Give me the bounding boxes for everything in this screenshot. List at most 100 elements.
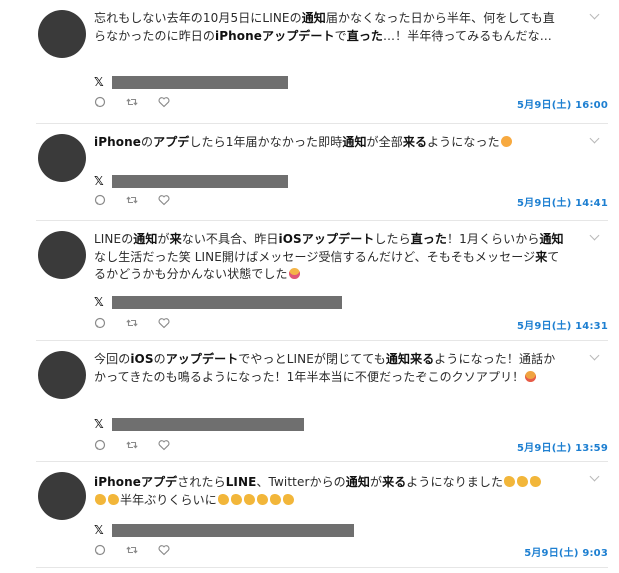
post-text: LINEの通知が来ない不具合、昨日iOSアップデートしたら直った！1月くらいから… bbox=[94, 231, 564, 284]
action-bar bbox=[94, 544, 190, 556]
post-card[interactable]: 今回のiOSのアップデートでやっとLINEが閉じてても通知来るようになった！通話… bbox=[36, 341, 608, 462]
clap-emoji-icon bbox=[217, 493, 229, 505]
angry-emoji-icon bbox=[525, 370, 537, 382]
post-timestamp[interactable]: 5月9日(土) 14:41 bbox=[517, 194, 608, 209]
highlight-keyword: iPhoneアプデ bbox=[94, 475, 178, 489]
grin-emoji-icon bbox=[288, 268, 300, 279]
action-bar bbox=[94, 194, 190, 206]
post-text: iPhoneアプデされたらLINE、Twitterからの通知が来るようになりまし… bbox=[94, 474, 564, 509]
highlight-keyword: 通知 bbox=[301, 11, 326, 25]
x-logo-icon: 𝕏 bbox=[94, 417, 104, 431]
chevron-down-icon[interactable] bbox=[589, 230, 600, 241]
redacted-handle bbox=[112, 75, 288, 89]
highlight-keyword: 通知 bbox=[345, 475, 370, 489]
highlight-keyword: 通知 bbox=[539, 232, 564, 246]
like-icon[interactable] bbox=[158, 96, 170, 108]
retweet-icon[interactable] bbox=[126, 317, 138, 329]
post-timestamp[interactable]: 5月9日(土) 9:03 bbox=[524, 544, 608, 559]
highlight-keyword: iOSアップデート bbox=[278, 232, 375, 246]
retweet-icon[interactable] bbox=[126, 96, 138, 108]
clap-emoji-icon bbox=[282, 493, 294, 505]
clap-emoji-icon bbox=[230, 493, 242, 505]
chevron-down-icon[interactable] bbox=[589, 133, 600, 144]
post-card[interactable]: 忘れもしない去年の10月5日にLINEの通知届かなくなった日から半年、何をしても… bbox=[36, 0, 608, 124]
chevron-down-icon[interactable] bbox=[589, 9, 600, 20]
avatar[interactable] bbox=[38, 351, 86, 399]
reply-icon[interactable] bbox=[94, 96, 106, 108]
like-icon[interactable] bbox=[158, 194, 170, 206]
post-text: 今回のiOSのアップデートでやっとLINEが閉じてても通知来るようになった！通話… bbox=[94, 351, 564, 386]
text-segment: の bbox=[140, 135, 154, 149]
text-segment: ！1月くらいから bbox=[447, 232, 540, 246]
highlight-keyword: 来 bbox=[169, 232, 182, 246]
redacted-handle bbox=[112, 174, 288, 188]
post-source[interactable]: 𝕏 bbox=[94, 523, 354, 537]
highlight-keyword: 通知来る bbox=[385, 352, 435, 366]
clap-emoji-icon bbox=[517, 476, 529, 487]
action-bar bbox=[94, 439, 190, 451]
highlight-keyword: 来 bbox=[535, 249, 548, 264]
reply-icon[interactable] bbox=[94, 194, 106, 206]
retweet-icon[interactable] bbox=[126, 544, 138, 556]
chevron-down-icon[interactable] bbox=[589, 350, 600, 361]
post-card[interactable]: iPhoneアプデされたらLINE、Twitterからの通知が来るようになりまし… bbox=[36, 462, 608, 568]
text-segment: LINE bbox=[94, 232, 122, 246]
redacted-handle bbox=[112, 417, 304, 431]
highlight-keyword: iPhone bbox=[215, 28, 262, 43]
highlight-keyword: 直った bbox=[410, 232, 448, 246]
highlight-keyword: LINE bbox=[225, 475, 257, 489]
post-card[interactable]: LINEの通知が来ない不具合、昨日iOSアップデートしたら直った！1月くらいから… bbox=[36, 221, 608, 341]
text-segment: が全部 bbox=[366, 135, 403, 149]
post-source[interactable]: 𝕏 bbox=[94, 174, 288, 188]
post-timestamp[interactable]: 5月9日(土) 14:31 bbox=[517, 317, 608, 332]
like-icon[interactable] bbox=[158, 439, 170, 451]
avatar[interactable] bbox=[38, 231, 86, 279]
text-segment: で bbox=[334, 28, 347, 43]
post-timestamp[interactable]: 5月9日(土) 16:00 bbox=[517, 96, 608, 111]
post-source[interactable]: 𝕏 bbox=[94, 417, 304, 431]
text-segment: したら1年届かなかった即時 bbox=[189, 135, 343, 149]
highlight-keyword: 直った bbox=[346, 28, 384, 43]
text-segment: ようになりました bbox=[406, 475, 504, 489]
post-timestamp[interactable]: 5月9日(土) 13:59 bbox=[517, 439, 608, 454]
redacted-handle bbox=[112, 295, 342, 309]
chevron-down-icon[interactable] bbox=[589, 471, 600, 482]
post-source[interactable]: 𝕏 bbox=[94, 295, 342, 309]
redacted-handle bbox=[112, 523, 354, 537]
text-segment: …！半年待ってみるもんだな… bbox=[383, 28, 552, 43]
highlight-keyword: iPhone bbox=[94, 135, 141, 149]
reply-icon[interactable] bbox=[94, 439, 106, 451]
action-bar bbox=[94, 96, 190, 108]
avatar[interactable] bbox=[38, 10, 86, 58]
text-segment: の bbox=[289, 11, 302, 25]
x-logo-icon: 𝕏 bbox=[94, 75, 104, 89]
clap-emoji-icon bbox=[108, 493, 119, 505]
avatar[interactable] bbox=[38, 472, 86, 520]
retweet-icon[interactable] bbox=[126, 439, 138, 451]
reply-icon[interactable] bbox=[94, 317, 106, 329]
post-card[interactable]: iPhoneのアプデしたら1年届かなかった即時通知が全部来るようになった 𝕏 5… bbox=[36, 124, 608, 221]
highlight-keyword: 来る bbox=[402, 135, 428, 149]
clap-emoji-icon bbox=[243, 493, 255, 505]
text-segment: でやっとLINEが閉じてても bbox=[238, 352, 386, 366]
text-segment: の bbox=[121, 232, 134, 246]
post-source[interactable]: 𝕏 bbox=[94, 75, 288, 89]
reply-icon[interactable] bbox=[94, 544, 106, 556]
like-icon[interactable] bbox=[158, 317, 170, 329]
highlight-keyword: アップデート bbox=[262, 28, 335, 43]
highlight-keyword: iOS bbox=[130, 352, 154, 366]
text-segment: 今回の bbox=[94, 352, 131, 366]
retweet-icon[interactable] bbox=[126, 194, 138, 206]
post-feed: 忘れもしない去年の10月5日にLINEの通知届かなくなった日から半年、何をしても… bbox=[0, 0, 619, 573]
like-icon[interactable] bbox=[158, 544, 170, 556]
clap-emoji-icon bbox=[256, 493, 268, 505]
text-segment: の bbox=[153, 352, 166, 366]
highlight-keyword: アップデート bbox=[165, 352, 239, 366]
post-text: iPhoneのアプデしたら1年届かなかった即時通知が全部来るようになった bbox=[94, 134, 564, 152]
text-segment: が bbox=[369, 475, 383, 489]
text-segment: ようになった bbox=[427, 135, 500, 149]
avatar[interactable] bbox=[38, 134, 86, 182]
x-logo-icon: 𝕏 bbox=[94, 523, 104, 537]
text-segment: 忘れもしない去年の10月5日に bbox=[94, 11, 263, 25]
highlight-keyword: アプデ bbox=[153, 135, 190, 149]
